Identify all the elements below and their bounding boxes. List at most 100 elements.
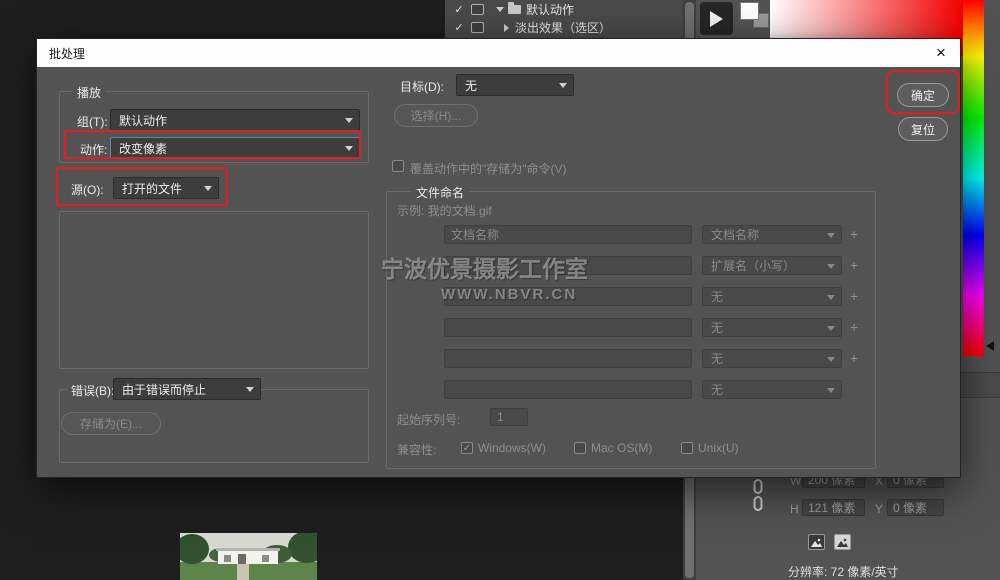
windows-checkbox[interactable]: ✓ [461, 442, 473, 454]
y-value: 0 像素 [893, 499, 927, 516]
chevron-down-icon [559, 83, 567, 88]
destination-select-label: 目标(D): [400, 78, 444, 95]
check-icon: ✓ [451, 21, 467, 34]
photoshop-workspace: ✓ 默认动作 ✓ 淡出效果（选区） W 200 像素 X 0 像素 H [0, 0, 1000, 580]
y-label: Y [875, 502, 883, 516]
action-item-label: 淡出效果（选区） [515, 19, 611, 36]
naming-text-value: 文档名称 [451, 226, 499, 243]
naming-row: 文档名称 文档名称 + [387, 225, 875, 245]
hue-slider[interactable] [963, 0, 984, 356]
windows-checkbox-label: Windows(W) [478, 441, 546, 455]
override-save-as-checkbox[interactable] [392, 160, 404, 172]
chevron-down-icon [827, 295, 835, 300]
dialog-toggle-icon[interactable] [471, 4, 484, 15]
naming-text-input[interactable] [444, 380, 692, 399]
macos-checkbox[interactable] [574, 442, 586, 454]
naming-token-select[interactable]: 文档名称 [702, 225, 842, 244]
folder-icon [508, 5, 521, 14]
chevron-down-icon [827, 388, 835, 393]
chevron-down-icon [827, 233, 835, 238]
image-frame-icon[interactable] [834, 534, 851, 550]
naming-text-input[interactable] [444, 287, 692, 306]
source-options-box [59, 211, 369, 369]
chevron-down-icon [827, 264, 835, 269]
foreground-color-swatch[interactable] [740, 2, 759, 20]
height-input[interactable]: 121 像素 [802, 499, 865, 516]
error-select-value: 由于错误而停止 [122, 381, 206, 398]
reset-button[interactable]: 复位 [898, 117, 948, 141]
error-select[interactable]: 由于错误而停止 [113, 378, 261, 400]
naming-token-value: 无 [711, 381, 723, 398]
override-save-as-label: 覆盖动作中的"存储为"命令(V) [410, 160, 567, 177]
naming-token-select[interactable]: 无 [702, 287, 842, 306]
batch-dialog: 批处理 × 播放 组(T): 默认动作 动作: 改变像素 源(O): 打开的文件 [36, 38, 961, 478]
naming-row: 无 + [387, 349, 875, 369]
naming-row: 扩展名（小写） + [387, 256, 875, 276]
unix-checkbox[interactable] [681, 442, 693, 454]
unix-checkbox-label: Unix(U) [698, 441, 739, 455]
hue-slider-marker[interactable] [986, 341, 994, 351]
serial-number-input[interactable]: 1 [490, 408, 528, 426]
chevron-down-icon [246, 387, 254, 392]
plus-icon: + [850, 288, 858, 304]
naming-row: 无 + [387, 318, 875, 338]
action-set-row[interactable]: ✓ 默认动作 [445, 1, 683, 18]
save-as-button[interactable]: 存储为(E)... [61, 412, 161, 435]
dialog-toggle-icon[interactable] [471, 22, 484, 33]
expand-arrow-icon[interactable] [496, 7, 504, 12]
annotation-action-select [64, 130, 361, 159]
chevron-down-icon [827, 357, 835, 362]
check-icon: ✓ [451, 3, 467, 16]
serial-number-label: 起始序列号: [397, 411, 460, 428]
dialog-title: 批处理 [49, 45, 85, 62]
play-group-legend: 播放 [72, 84, 106, 101]
naming-text-input[interactable] [444, 256, 692, 275]
action-set-select[interactable]: 默认动作 [110, 109, 360, 131]
macos-checkbox-label: Mac OS(M) [591, 441, 652, 455]
file-naming-legend: 文件命名 [411, 184, 469, 201]
image-icon[interactable] [808, 534, 825, 550]
error-select-label: 错误(B): [67, 382, 118, 399]
compatibility-label: 兼容性: [397, 441, 436, 458]
naming-text-input[interactable] [444, 318, 692, 337]
destination-select[interactable]: 无 [456, 74, 574, 96]
choose-button[interactable]: 选择(H)... [394, 104, 478, 127]
file-naming-group-box: 文件命名 示例: 我的文档.gif 文档名称 文档名称 + 扩展名（小写） + … [386, 191, 876, 469]
serial-number-value: 1 [497, 410, 504, 424]
naming-token-select[interactable]: 无 [702, 318, 842, 337]
collapse-arrow-icon[interactable] [504, 24, 509, 32]
resolution-label: 分辨率: 72 像素/英寸 [788, 563, 899, 580]
naming-token-value: 无 [711, 288, 723, 305]
action-set-label: 默认动作 [526, 1, 574, 18]
dialog-titlebar[interactable]: 批处理 [37, 39, 960, 67]
naming-text-input[interactable]: 文档名称 [444, 225, 692, 244]
naming-text-input[interactable] [444, 349, 692, 368]
plus-icon: + [850, 319, 858, 335]
naming-token-select[interactable]: 无 [702, 380, 842, 399]
play-action-button[interactable] [700, 2, 733, 35]
action-set-select-label: 组(T): [77, 113, 108, 130]
action-set-select-value: 默认动作 [119, 112, 167, 129]
action-item-row[interactable]: ✓ 淡出效果（选区） [445, 19, 683, 36]
play-icon [710, 11, 723, 27]
naming-token-value: 扩展名（小写） [711, 257, 795, 274]
close-icon[interactable]: × [930, 43, 952, 63]
naming-token-select[interactable]: 扩展名（小写） [702, 256, 842, 275]
actions-panel: ✓ 默认动作 ✓ 淡出效果（选区） [445, 0, 683, 38]
annotation-ok-button [886, 70, 960, 114]
naming-token-value: 文档名称 [711, 226, 759, 243]
chevron-down-icon [345, 118, 353, 123]
height-value: 121 像素 [808, 499, 855, 516]
plus-icon: + [850, 226, 858, 242]
destination-select-value: 无 [465, 77, 477, 94]
naming-token-value: 无 [711, 319, 723, 336]
naming-token-select[interactable]: 无 [702, 349, 842, 368]
plus-icon: + [850, 350, 858, 366]
link-dimensions-icon[interactable] [752, 478, 764, 514]
check-icon: ✓ [463, 443, 471, 454]
naming-token-value: 无 [711, 350, 723, 367]
document-thumbnail-image [180, 533, 317, 580]
plus-icon: + [850, 257, 858, 273]
height-label: H [790, 502, 799, 516]
y-input[interactable]: 0 像素 [887, 499, 944, 516]
